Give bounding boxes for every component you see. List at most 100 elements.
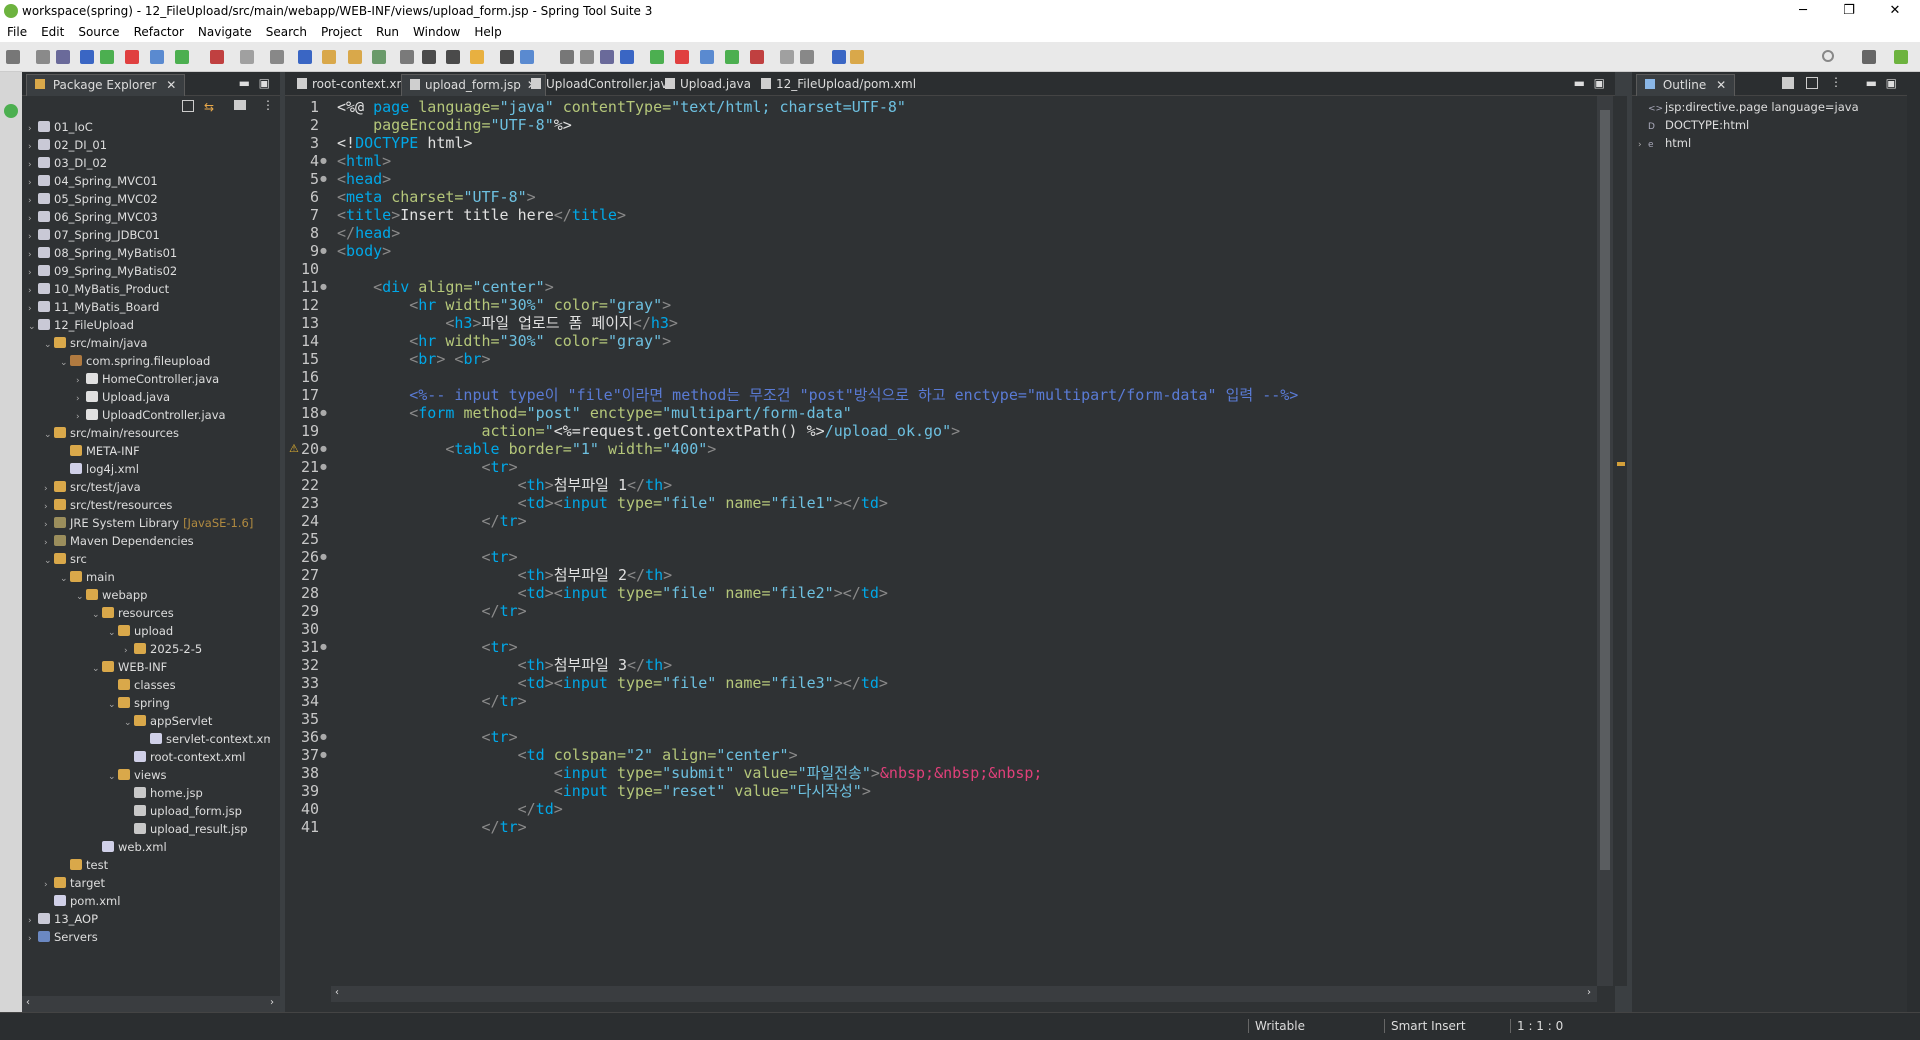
tree-item[interactable]: › HomeController.java: [76, 370, 219, 388]
toolbar-button-icon[interactable]: [700, 50, 714, 64]
menu-item-refactor[interactable]: Refactor: [127, 22, 191, 42]
tree-item[interactable]: › Servers: [28, 928, 98, 946]
tree-item[interactable]: › 06_Spring_MVC03: [28, 208, 158, 226]
close-icon[interactable]: ✕: [1716, 78, 1726, 92]
toolbar-button-icon[interactable]: [560, 50, 574, 64]
maximize-view-icon[interactable]: ▣: [1886, 76, 1897, 90]
toolbar-button-icon[interactable]: [100, 50, 114, 64]
toolbar-button-icon[interactable]: [372, 50, 386, 64]
tree-item[interactable]: › 05_Spring_MVC02: [28, 190, 158, 208]
tree-item[interactable]: › 13_AOP: [28, 910, 98, 928]
tree-item[interactable]: classes: [108, 676, 176, 694]
menu-item-source[interactable]: Source: [71, 22, 126, 42]
toolbar-button-icon[interactable]: [580, 50, 594, 64]
editor-tab[interactable]: root-context.xml: [289, 74, 420, 96]
toolbar-button-icon[interactable]: [298, 50, 312, 64]
outline-sort-icon[interactable]: [1782, 77, 1794, 89]
toolbar-button-icon[interactable]: [780, 50, 794, 64]
expand-toggle-icon[interactable]: ⌄: [44, 552, 54, 570]
toolbar-button-icon[interactable]: [725, 50, 739, 64]
toolbar-button-icon[interactable]: [470, 50, 484, 64]
scroll-right-icon[interactable]: ›: [270, 997, 274, 1008]
menu-item-project[interactable]: Project: [314, 22, 369, 42]
toolbar-button-icon[interactable]: [6, 50, 20, 64]
tree-item[interactable]: ⌄ com.spring.fileupload: [60, 352, 210, 370]
tree-item[interactable]: home.jsp: [124, 784, 203, 802]
expand-toggle-icon[interactable]: ⌄: [108, 624, 118, 642]
tree-item[interactable]: servlet-context.xml: [140, 730, 270, 748]
minimize-view-icon[interactable]: ▬: [239, 76, 250, 90]
scroll-left-icon[interactable]: ‹: [26, 997, 30, 1008]
toolbar-button-icon[interactable]: [500, 50, 514, 64]
toolbar-button-icon[interactable]: [125, 50, 139, 64]
focus-icon[interactable]: [234, 100, 246, 110]
toolbar-button-icon[interactable]: [322, 50, 336, 64]
code-text-area[interactable]: <%@ page language="java" contentType="te…: [285, 96, 1597, 986]
open-perspective-icon[interactable]: [1862, 50, 1876, 64]
minimize-editor-icon[interactable]: ▬: [1574, 76, 1585, 90]
warning-marker[interactable]: [1617, 462, 1625, 466]
tree-item[interactable]: ⌄ webapp: [76, 586, 147, 604]
scroll-right-icon[interactable]: ›: [1587, 987, 1591, 998]
tab-package-explorer[interactable]: Package Explorer ✕: [26, 74, 186, 96]
tree-item[interactable]: ⌄ spring: [108, 694, 170, 712]
scrollbar-thumb[interactable]: [1600, 110, 1610, 870]
close-button[interactable]: ✕: [1872, 0, 1918, 22]
tree-item[interactable]: ⌄ upload: [108, 622, 173, 640]
spring-perspective-icon[interactable]: [1894, 50, 1908, 64]
tree-item[interactable]: › target: [44, 874, 105, 892]
expand-toggle-icon[interactable]: ⌄: [60, 570, 70, 588]
tree-item[interactable]: ⌄ src/main/java: [44, 334, 147, 352]
toolbar-button-icon[interactable]: [56, 50, 70, 64]
tree-item[interactable]: ⌄ WEB-INF: [92, 658, 167, 676]
menu-item-help[interactable]: Help: [467, 22, 508, 42]
toolbar-button-icon[interactable]: [620, 50, 634, 64]
explorer-horizontal-scrollbar[interactable]: ‹ ›: [22, 996, 280, 1012]
minimize-button[interactable]: ─: [1780, 0, 1826, 22]
tab-outline[interactable]: Outline ✕: [1636, 74, 1736, 96]
tree-item[interactable]: › UploadController.java: [76, 406, 226, 424]
tree-item[interactable]: web.xml: [92, 838, 167, 856]
link-with-editor-icon[interactable]: ⇆: [204, 100, 214, 114]
toolbar-button-icon[interactable]: [150, 50, 164, 64]
toolbar-button-icon[interactable]: [210, 50, 224, 64]
tree-item[interactable]: test: [60, 856, 108, 874]
tree-item[interactable]: ⌄ src/main/resources: [44, 424, 179, 442]
tree-item[interactable]: › JRE System Library [JavaSE-1.6]: [44, 514, 253, 532]
tree-item[interactable]: root-context.xml: [124, 748, 245, 766]
expand-toggle-icon[interactable]: ⌄: [60, 354, 70, 372]
toolbar-button-icon[interactable]: [240, 50, 254, 64]
expand-toggle-icon[interactable]: ⌄: [28, 318, 38, 336]
tree-item[interactable]: › 09_Spring_MyBatis02: [28, 262, 177, 280]
view-menu-icon[interactable]: ⋮: [262, 98, 274, 112]
tree-item[interactable]: › src/test/resources: [44, 496, 172, 514]
toolbar-button-icon[interactable]: [400, 50, 414, 64]
toolbar-button-icon[interactable]: [850, 50, 864, 64]
maximize-view-icon[interactable]: ▣: [259, 76, 270, 90]
toolbar-button-icon[interactable]: [175, 50, 189, 64]
tree-item[interactable]: › 11_MyBatis_Board: [28, 298, 159, 316]
close-icon[interactable]: ✕: [166, 78, 176, 92]
outline-collapse-icon[interactable]: [1806, 77, 1818, 89]
expand-toggle-icon[interactable]: ›: [1638, 136, 1648, 154]
toolbar-button-icon[interactable]: [36, 50, 50, 64]
expand-toggle-icon[interactable]: ⌄: [108, 768, 118, 786]
tree-item[interactable]: › 10_MyBatis_Product: [28, 280, 169, 298]
editor-tab[interactable]: 12_FileUpload/pom.xml: [753, 74, 924, 96]
menu-item-window[interactable]: Window: [406, 22, 467, 42]
toolbar-button-icon[interactable]: [422, 50, 436, 64]
tree-item[interactable]: ⌄ appServlet: [124, 712, 212, 730]
tree-item[interactable]: › 01_IoC: [28, 118, 93, 136]
toolbar-button-icon[interactable]: [348, 50, 362, 64]
toolbar-button-icon[interactable]: [446, 50, 460, 64]
toolbar-button-icon[interactable]: [520, 50, 534, 64]
toolbar-button-icon[interactable]: [675, 50, 689, 64]
tree-item[interactable]: › Maven Dependencies: [44, 532, 194, 550]
expand-toggle-icon[interactable]: ⌄: [108, 696, 118, 714]
expand-toggle-icon[interactable]: ⌄: [124, 714, 134, 732]
view-menu-icon[interactable]: ⋮: [1830, 75, 1842, 89]
expand-toggle-icon[interactable]: ⌄: [92, 660, 102, 678]
minimize-view-icon[interactable]: ▬: [1866, 76, 1877, 90]
editor-tab[interactable]: Upload.java: [657, 74, 759, 96]
tree-item[interactable]: › 03_DI_02: [28, 154, 107, 172]
